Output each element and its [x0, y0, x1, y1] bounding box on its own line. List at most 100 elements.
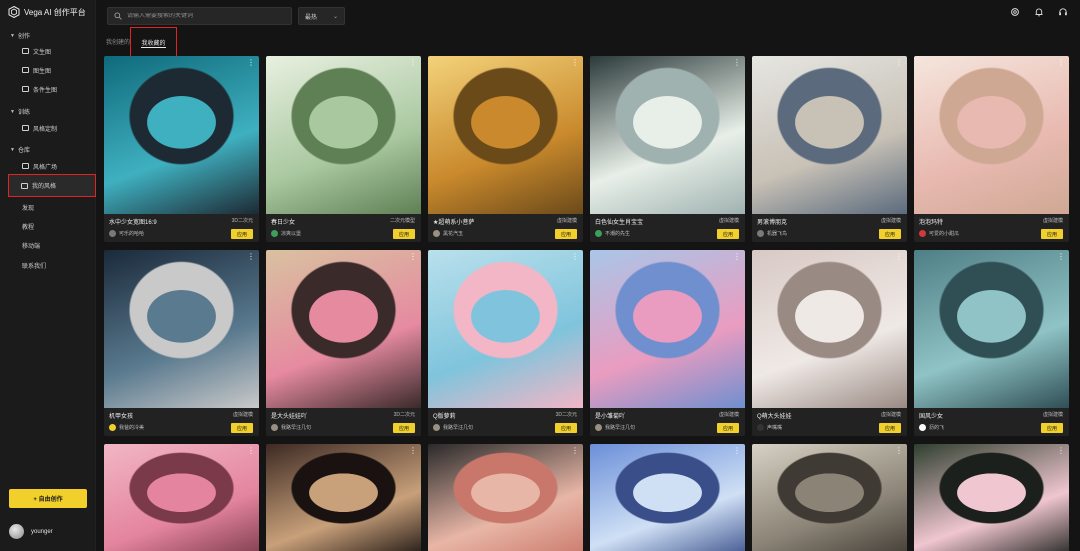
apply-button[interactable]: 应用	[231, 423, 253, 433]
more-options-icon[interactable]: ⋮	[895, 59, 903, 67]
more-options-icon[interactable]: ⋮	[409, 253, 417, 261]
style-preview-image[interactable]	[590, 250, 745, 408]
style-card[interactable]: ⋮ Q萌大头娃娃 虚拟建模 声嘴嘴 应用	[752, 250, 907, 436]
card-author[interactable]: 不潮的先生	[595, 230, 630, 237]
card-author[interactable]: 我路早汪几句	[433, 424, 473, 431]
more-options-icon[interactable]: ⋮	[733, 253, 741, 261]
more-options-icon[interactable]: ⋮	[895, 253, 903, 261]
style-card[interactable]: ⋮ 是小雏菊吖 虚拟建模 我路早汪几句 应用	[590, 250, 745, 436]
app-logo[interactable]: Vega AI 创作平台	[8, 5, 86, 19]
style-card[interactable]: ⋮	[914, 444, 1069, 551]
nav-item-image-to-image[interactable]: 图生图	[22, 64, 51, 76]
style-preview-image[interactable]	[266, 250, 421, 408]
more-options-icon[interactable]: ⋮	[571, 59, 579, 67]
nav-item-my-styles[interactable]: 我的风格	[8, 174, 96, 197]
more-options-icon[interactable]: ⋮	[247, 253, 255, 261]
apply-button[interactable]: 应用	[1041, 229, 1063, 239]
style-card[interactable]: ⋮ 春日少女 二次元模型 凉爽以堡 应用	[266, 56, 421, 242]
style-preview-image[interactable]	[752, 250, 907, 408]
nav-link-mobile[interactable]: 移动端	[22, 241, 40, 250]
style-card[interactable]: ⋮ 水中少女宽图16:9 3D二次元 可乐的哈哈 应用	[104, 56, 259, 242]
headset-icon[interactable]	[1057, 6, 1068, 17]
style-card[interactable]: ⋮ 是大头娃娃吖 3D二次元 我路早汪几句 应用	[266, 250, 421, 436]
apply-button[interactable]: 应用	[879, 423, 901, 433]
more-options-icon[interactable]: ⋮	[247, 59, 255, 67]
style-preview-image[interactable]	[752, 444, 907, 551]
card-author[interactable]: 凉爽以堡	[271, 230, 301, 237]
user-profile[interactable]: younger	[9, 524, 53, 539]
nav-item-style-custom[interactable]: 风格定制	[22, 122, 57, 134]
apply-button[interactable]: 应用	[717, 423, 739, 433]
nav-section-create[interactable]: ▼ 创作	[10, 31, 30, 41]
card-author[interactable]: 我爸的冷美	[109, 424, 144, 431]
style-card[interactable]: ⋮	[590, 444, 745, 551]
style-preview-image[interactable]	[104, 56, 259, 214]
style-card[interactable]: ⋮ 国风少女 虚拟建模 沥的飞 应用	[914, 250, 1069, 436]
more-options-icon[interactable]: ⋮	[1057, 253, 1065, 261]
card-author[interactable]: 可乐的哈哈	[109, 230, 144, 237]
nav-section-train[interactable]: ▼ 训练	[10, 107, 30, 117]
nav-link-contact[interactable]: 联系我们	[22, 261, 46, 270]
more-options-icon[interactable]: ⋮	[733, 447, 741, 455]
nav-item-conditional-image[interactable]: 条件生图	[22, 83, 57, 95]
card-author[interactable]: 我路早汪几句	[595, 424, 635, 431]
nav-item-style-square[interactable]: 风格广场	[22, 160, 57, 172]
more-options-icon[interactable]: ⋮	[247, 447, 255, 455]
more-options-icon[interactable]: ⋮	[571, 447, 579, 455]
style-preview-image[interactable]	[590, 444, 745, 551]
apply-button[interactable]: 应用	[393, 423, 415, 433]
style-card[interactable]: ⋮ ★超萌系小菩萨 虚拟建模 黑花汽玉 应用	[428, 56, 583, 242]
sort-dropdown[interactable]: 最热 ⌄	[298, 7, 345, 25]
style-preview-image[interactable]	[914, 56, 1069, 214]
more-options-icon[interactable]: ⋮	[1057, 59, 1065, 67]
nav-link-tutorial[interactable]: 教程	[22, 222, 34, 231]
more-options-icon[interactable]: ⋮	[409, 59, 417, 67]
more-options-icon[interactable]: ⋮	[409, 447, 417, 455]
style-card[interactable]: ⋮ 泡泡玛特 虚拟建模 可爱的小甜瓜 应用	[914, 56, 1069, 242]
search-box[interactable]	[107, 7, 292, 25]
card-author[interactable]: 机器飞鸟	[757, 230, 787, 237]
nav-item-text-to-image[interactable]: 文生图	[22, 45, 51, 57]
style-preview-image[interactable]	[590, 56, 745, 214]
card-author[interactable]: 可爱的小甜瓜	[919, 230, 959, 237]
apply-button[interactable]: 应用	[231, 229, 253, 239]
tab-my-created[interactable]: 我创建的	[106, 37, 130, 46]
more-options-icon[interactable]: ⋮	[733, 59, 741, 67]
apply-button[interactable]: 应用	[555, 423, 577, 433]
apply-button[interactable]: 应用	[1041, 423, 1063, 433]
style-preview-image[interactable]	[104, 444, 259, 551]
more-options-icon[interactable]: ⋮	[1057, 447, 1065, 455]
style-preview-image[interactable]	[266, 56, 421, 214]
style-preview-image[interactable]	[428, 250, 583, 408]
apply-button[interactable]: 应用	[717, 229, 739, 239]
more-options-icon[interactable]: ⋮	[571, 253, 579, 261]
apply-button[interactable]: 应用	[555, 229, 577, 239]
free-create-button[interactable]: + 自由创作	[9, 489, 87, 508]
nav-section-warehouse[interactable]: ▼ 仓库	[10, 145, 30, 155]
apply-button[interactable]: 应用	[879, 229, 901, 239]
apply-button[interactable]: 应用	[393, 229, 415, 239]
style-preview-image[interactable]	[914, 250, 1069, 408]
style-card[interactable]: ⋮ 机甲女孩 虚拟建模 我爸的冷美 应用	[104, 250, 259, 436]
nav-link-discover[interactable]: 发现	[22, 203, 34, 212]
card-author[interactable]: 我路早汪几句	[271, 424, 311, 431]
style-card[interactable]: ⋮	[104, 444, 259, 551]
tab-my-favorites[interactable]: 我收藏的	[130, 27, 177, 57]
style-card[interactable]: ⋮	[428, 444, 583, 551]
style-card[interactable]: ⋮ 白色仙女生肖宝宝 虚拟建模 不潮的先生 应用	[590, 56, 745, 242]
style-preview-image[interactable]	[428, 444, 583, 551]
card-author[interactable]: 声嘴嘴	[757, 424, 782, 431]
style-preview-image[interactable]	[428, 56, 583, 214]
style-preview-image[interactable]	[104, 250, 259, 408]
style-preview-image[interactable]	[266, 444, 421, 551]
card-author[interactable]: 黑花汽玉	[433, 230, 463, 237]
settings-icon[interactable]	[1009, 6, 1020, 17]
style-preview-image[interactable]	[752, 56, 907, 214]
search-input[interactable]	[127, 13, 287, 19]
style-card[interactable]: ⋮	[752, 444, 907, 551]
style-card[interactable]: ⋮ 男滚博朋克 虚拟建模 机器飞鸟 应用	[752, 56, 907, 242]
style-preview-image[interactable]	[914, 444, 1069, 551]
bell-icon[interactable]	[1033, 6, 1044, 17]
style-card[interactable]: ⋮ Q版萝莉 3D二次元 我路早汪几句 应用	[428, 250, 583, 436]
style-card[interactable]: ⋮	[266, 444, 421, 551]
